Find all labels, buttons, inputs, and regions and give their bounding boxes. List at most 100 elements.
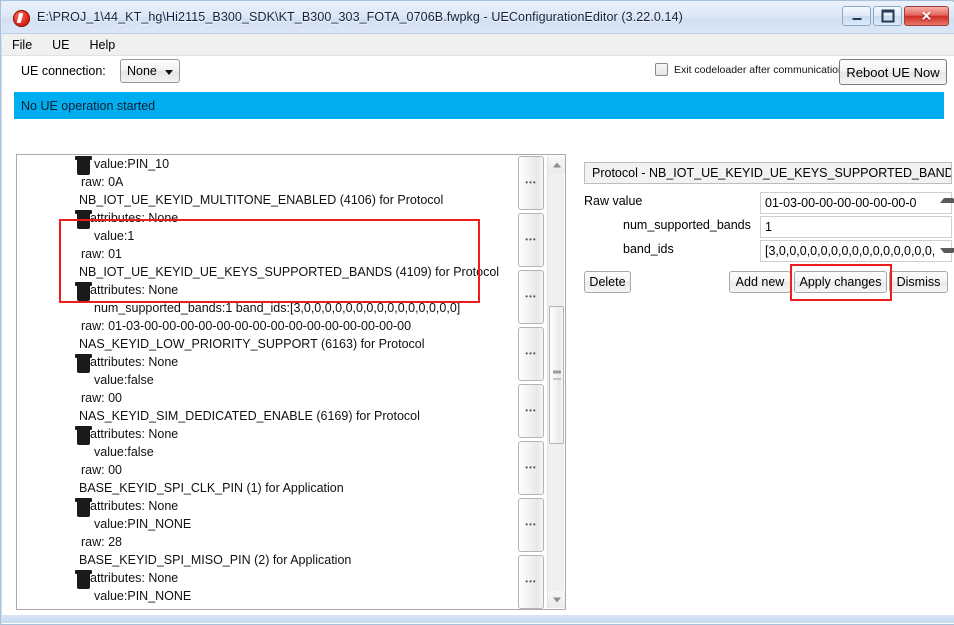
ue-connection-label: UE connection: — [21, 64, 106, 78]
list-row[interactable]: value:PIN_NONE — [17, 587, 507, 605]
entry-options-button[interactable] — [518, 555, 544, 609]
list-row[interactable]: raw: 01-03-00-00-00-00-00-00-00-00-00-00… — [17, 317, 507, 335]
reboot-ue-now-button[interactable]: Reboot UE Now — [839, 59, 947, 85]
maximize-button[interactable] — [873, 6, 902, 26]
entry-detail-panel: Protocol - NB_IOT_UE_KEYID_UE_KEYS_SUPPO… — [580, 154, 954, 610]
list-vertical-scrollbar[interactable] — [547, 156, 565, 608]
config-entry-list: value:PIN_10 raw: 0A NB_IOT_UE_KEYID_MULTI… — [17, 155, 547, 609]
list-row-text: value:PIN_NONE — [94, 517, 192, 531]
list-row[interactable]: value:PIN_10 — [17, 155, 507, 176]
list-row-text: attributes: None — [90, 283, 179, 297]
detail-header: Protocol - NB_IOT_UE_KEYID_UE_KEYS_SUPPO… — [584, 162, 952, 184]
exit-codeloader-label: Exit codeloader after communication — [674, 63, 844, 76]
raw-value-spin-up-icon[interactable] — [940, 198, 954, 203]
title-bar[interactable]: E:\PROJ_1\44_KT_hg\Hi2115_B300_SDK\KT_B3… — [2, 2, 954, 34]
add-new-button[interactable]: Add new — [729, 271, 791, 293]
list-row-text: num_supported_bands:1 band_ids:[3,0,0,0,… — [94, 301, 461, 315]
toolbar: UE connection: None Exit codeloader afte… — [2, 56, 954, 90]
window-bottom-strip — [2, 615, 954, 623]
ue-connection-dropdown[interactable]: None — [120, 59, 180, 83]
list-row[interactable]: value:false — [17, 371, 507, 389]
config-entry-rows: value:PIN_10 raw: 0A NB_IOT_UE_KEYID_MULTI… — [17, 155, 507, 609]
scroll-up-button[interactable] — [548, 156, 565, 173]
status-message: No UE operation started — [21, 98, 156, 113]
entry-options-button[interactable] — [518, 270, 544, 324]
exit-codeloader-checkbox[interactable] — [655, 63, 668, 76]
list-row[interactable]: raw: 28 — [17, 605, 507, 609]
list-row-text: NAS_KEYID_SIM_DEDICATED_ENABLE (6169) fo… — [79, 409, 420, 423]
maximize-icon — [881, 9, 894, 23]
list-row[interactable]: NAS_KEYID_SIM_DEDICATED_ENABLE (6169) fo… — [17, 407, 507, 425]
close-button[interactable]: ✕ — [904, 6, 949, 26]
list-row[interactable]: raw: 28 — [17, 533, 507, 551]
list-row-text: value:false — [94, 373, 154, 387]
list-row[interactable]: NB_IOT_UE_KEYID_UE_KEYS_SUPPORTED_BANDS … — [17, 263, 507, 281]
window-controls: ✕ — [842, 6, 949, 26]
list-row-text: BASE_KEYID_SPI_CLK_PIN (1) for Applicati… — [79, 481, 344, 495]
entry-options-button[interactable] — [518, 156, 544, 210]
entry-options-button[interactable] — [518, 441, 544, 495]
scrollbar-thumb[interactable] — [549, 306, 564, 444]
entry-options-button[interactable] — [518, 213, 544, 267]
menu-item-file[interactable]: File — [2, 36, 42, 54]
window-frame: E:\PROJ_1\44_KT_hg\Hi2115_B300_SDK\KT_B3… — [0, 0, 954, 625]
list-row[interactable]: value:false — [17, 443, 507, 461]
entry-options-button[interactable] — [518, 498, 544, 552]
list-row-text: value:false — [94, 445, 154, 459]
list-row[interactable]: NB_IOT_UE_KEYID_MULTITONE_ENABLED (4106)… — [17, 191, 507, 209]
list-row[interactable]: attributes: None — [17, 569, 507, 590]
chevron-down-icon — [165, 70, 173, 75]
list-row-text: NB_IOT_UE_KEYID_MULTITONE_ENABLED (4106)… — [79, 193, 444, 207]
raw-value-input[interactable]: 01-03-00-00-00-00-00-00-0 — [760, 192, 952, 214]
entry-options-button-column — [518, 156, 544, 609]
list-row[interactable]: BASE_KEYID_SPI_CLK_PIN (1) for Applicati… — [17, 479, 507, 497]
list-row[interactable]: NAS_KEYID_LOW_PRIORITY_SUPPORT (6163) fo… — [17, 335, 507, 353]
list-row-text: raw: 28 — [81, 535, 122, 549]
list-row[interactable]: num_supported_bands:1 band_ids:[3,0,0,0,… — [17, 299, 507, 317]
menu-item-ue[interactable]: UE — [42, 36, 79, 54]
scroll-down-button[interactable] — [548, 591, 565, 608]
list-row-text: raw: 0A — [81, 175, 124, 189]
menu-item-help[interactable]: Help — [80, 36, 126, 54]
band-ids-spin-down-icon[interactable] — [940, 248, 954, 253]
list-row-text: raw: 28 — [81, 607, 122, 609]
close-icon: ✕ — [921, 8, 932, 24]
list-row[interactable]: BASE_KEYID_SPI_MISO_PIN (2) for Applicat… — [17, 551, 507, 569]
list-row-text: raw: 01 — [81, 247, 122, 261]
apply-changes-button[interactable]: Apply changes — [794, 271, 887, 293]
caret-down-icon — [552, 597, 561, 602]
list-row-text: value:1 — [94, 229, 135, 243]
list-row[interactable]: raw: 00 — [17, 389, 507, 407]
exit-codeloader-checkbox-wrap[interactable]: Exit codeloader after communication — [655, 63, 844, 76]
minimize-button[interactable] — [842, 6, 871, 26]
config-entry-list-panel[interactable]: value:PIN_10 raw: 0A NB_IOT_UE_KEYID_MULTI… — [16, 154, 566, 610]
list-row[interactable]: value:PIN_NONE — [17, 515, 507, 533]
list-row[interactable]: value:1 — [17, 227, 507, 245]
list-row[interactable]: attributes: None — [17, 209, 507, 230]
list-row-text: value:PIN_NONE — [94, 589, 192, 603]
num-supported-bands-input[interactable]: 1 — [760, 216, 952, 238]
list-row[interactable]: raw: 0A — [17, 173, 507, 191]
list-row[interactable]: raw: 01 — [17, 245, 507, 263]
list-row[interactable]: attributes: None — [17, 425, 507, 446]
entry-options-button[interactable] — [518, 384, 544, 438]
entry-options-button[interactable] — [518, 327, 544, 381]
menu-bar: File UE Help — [2, 34, 954, 56]
minimize-icon — [852, 15, 861, 20]
delete-button[interactable]: Delete — [584, 271, 631, 293]
list-row-text: attributes: None — [90, 571, 179, 585]
list-row-text: attributes: None — [90, 355, 179, 369]
list-row[interactable]: attributes: None — [17, 353, 507, 374]
list-row[interactable]: raw: 00 — [17, 461, 507, 479]
window-title: E:\PROJ_1\44_KT_hg\Hi2115_B300_SDK\KT_B3… — [37, 10, 683, 24]
status-banner: No UE operation started — [14, 92, 944, 119]
band-ids-input[interactable]: [3,0,0,0,0,0,0,0,0,0,0,0,0,0,0,0, — [760, 240, 952, 262]
list-row[interactable]: attributes: None — [17, 281, 507, 302]
list-row-text: raw: 01-03-00-00-00-00-00-00-00-00-00-00… — [81, 319, 412, 333]
num-supported-bands-label: num_supported_bands — [623, 218, 751, 232]
dismiss-button[interactable]: Dismiss — [889, 271, 948, 293]
list-row-text: NAS_KEYID_LOW_PRIORITY_SUPPORT (6163) fo… — [79, 337, 425, 351]
list-row[interactable]: attributes: None — [17, 497, 507, 518]
application-icon — [13, 10, 30, 27]
list-row-text: raw: 00 — [81, 391, 122, 405]
